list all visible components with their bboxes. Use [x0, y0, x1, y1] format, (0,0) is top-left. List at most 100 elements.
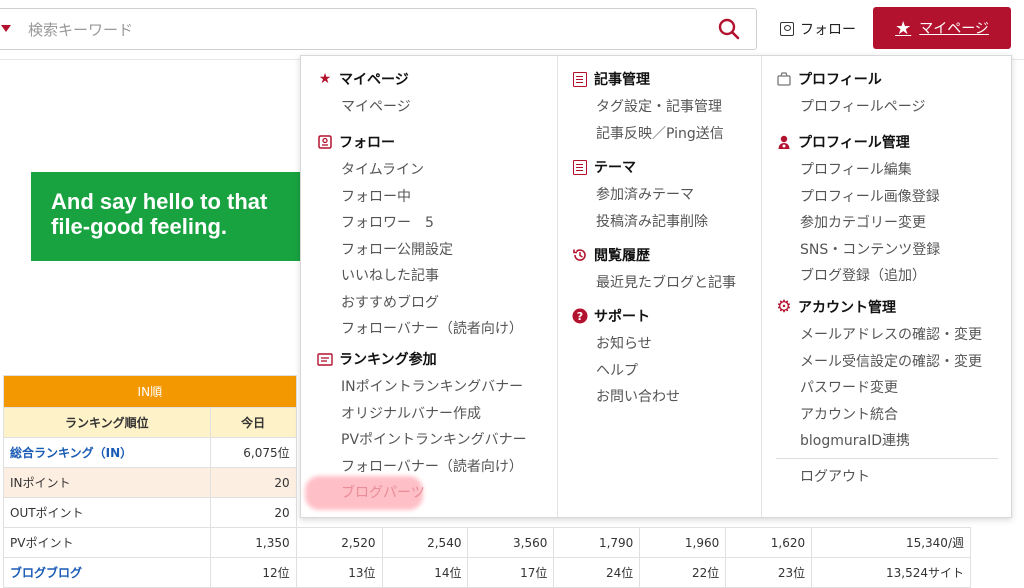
table-cell: 12位 — [209, 557, 297, 588]
menu-item-add-blog[interactable]: ブログ登録（追加） — [776, 263, 1013, 290]
section-title: 閲覧履歴 — [594, 248, 650, 264]
ranking-section-header: IN順 — [3, 375, 297, 408]
menu-column-2: 記事管理 タグ設定・記事管理 記事反映／Ping送信 テーマ 参加済みテーマ 投… — [557, 56, 761, 517]
table-cell: 20 — [209, 497, 297, 528]
table-cell: 14位 — [381, 557, 469, 588]
row-label: PVポイント — [3, 527, 211, 558]
menu-item-following[interactable]: フォロー中 — [317, 184, 557, 211]
menu-item-sns-content[interactable]: SNS・コンテンツ登録 — [776, 237, 1013, 264]
table-row: PVポイント 1,350 2,520 2,540 3,560 1,790 1,9… — [3, 527, 971, 558]
column-header: ランキング順位 — [3, 407, 211, 438]
table-cell: 15,340/週 — [811, 527, 971, 558]
menu-item-help[interactable]: ヘルプ — [572, 358, 761, 385]
section-title: マイページ — [339, 72, 409, 88]
menu-section-logout: ログアウト — [762, 464, 1013, 491]
menu-section-history: 閲覧履歴 最近見たブログと記事 — [558, 245, 761, 297]
table-cell: 6,075位 — [209, 437, 297, 468]
menu-item-blogmura-id[interactable]: blogmuraID連携 — [776, 428, 1013, 455]
menu-section-theme: テーマ 参加済みテーマ 投稿済み記事削除 — [558, 157, 761, 235]
logout-link[interactable]: ログアウト — [776, 464, 1013, 491]
menu-section-articles: 記事管理 タグ設定・記事管理 記事反映／Ping送信 — [558, 69, 761, 147]
menu-item-tag-settings[interactable]: タグ設定・記事管理 — [572, 94, 761, 121]
table-cell: 1,790 — [553, 527, 641, 558]
search-icon[interactable] — [717, 17, 741, 41]
menu-item-mypage[interactable]: マイページ — [317, 94, 557, 121]
menu-section-profile: プロフィール プロフィールページ — [762, 69, 1013, 121]
search-box — [0, 8, 757, 50]
menu-item-joined-themes[interactable]: 参加済みテーマ — [572, 182, 761, 209]
menu-item-timeline[interactable]: タイムライン — [317, 157, 557, 184]
menu-item-label: ブログパーツ — [341, 485, 425, 501]
gear-icon: ⚙ — [776, 297, 792, 317]
table-cell: 20 — [209, 467, 297, 498]
row-label: INポイント — [3, 467, 211, 498]
profile-icon — [776, 71, 792, 87]
overall-ranking-link[interactable]: 総合ランキング（IN） — [10, 446, 132, 460]
menu-item-news[interactable]: お知らせ — [572, 331, 761, 358]
menu-item-pv-point-banner[interactable]: PVポイントランキングバナー — [317, 427, 557, 454]
menu-section-support: ? サポート お知らせ ヘルプ お問い合わせ — [558, 306, 761, 411]
top-bar: フォロー ★ マイページ — [0, 0, 1024, 60]
menu-section-follow: フォロー タイムライン フォロー中 フォロワー 5 フォロー公開設定 いいねした… — [301, 132, 557, 343]
ad-line-2: file-good feeling. — [51, 214, 227, 239]
section-title: フォロー — [339, 135, 395, 151]
menu-item-profile-image[interactable]: プロフィール画像登録 — [776, 184, 1013, 211]
table-cell: 24位 — [553, 557, 641, 588]
section-title: プロフィール管理 — [798, 135, 910, 151]
table-cell: 1,960 — [639, 527, 727, 558]
table-cell: 2,540 — [381, 527, 469, 558]
menu-divider — [776, 458, 998, 459]
menu-section-account: ⚙ アカウント管理 メールアドレスの確認・変更 メール受信設定の確認・変更 パスワ… — [762, 297, 1013, 455]
document-icon — [572, 71, 588, 87]
menu-column-1: ★ マイページ マイページ フォロー タイムライン フォロー中 フォロワー 5 フ… — [301, 56, 557, 517]
menu-item-profile-page[interactable]: プロフィールページ — [776, 94, 1013, 121]
menu-item-followers[interactable]: フォロワー 5 — [317, 210, 557, 237]
menu-item-recommended-blogs[interactable]: おすすめブログ — [317, 290, 557, 317]
mypage-button-label: マイページ — [919, 21, 989, 37]
menu-item-edit-profile[interactable]: プロフィール編集 — [776, 157, 1013, 184]
menu-item-follow-public-settings[interactable]: フォロー公開設定 — [317, 237, 557, 264]
menu-section-mypage: ★ マイページ マイページ — [301, 69, 557, 121]
menu-item-in-point-banner[interactable]: INポイントランキングバナー — [317, 374, 557, 401]
follow-button[interactable]: フォロー — [780, 18, 856, 40]
follow-button-label: フォロー — [800, 22, 856, 38]
search-input[interactable] — [28, 17, 688, 43]
menu-item-recent-blogs[interactable]: 最近見たブログと記事 — [572, 270, 761, 297]
menu-item-email[interactable]: メールアドレスの確認・変更 — [776, 322, 1013, 349]
mypage-button[interactable]: ★ マイページ — [873, 7, 1011, 49]
mypage-dropdown-menu: ★ マイページ マイページ フォロー タイムライン フォロー中 フォロワー 5 フ… — [300, 55, 1012, 518]
category-dropdown-icon[interactable] — [1, 25, 11, 32]
menu-item-contact[interactable]: お問い合わせ — [572, 384, 761, 411]
menu-item-ping[interactable]: 記事反映／Ping送信 — [572, 121, 761, 148]
menu-item-original-banner[interactable]: オリジナルバナー作成 — [317, 401, 557, 428]
ranking-icon — [317, 351, 333, 367]
table-cell: 3,560 — [467, 527, 555, 558]
menu-item-liked-articles[interactable]: いいねした記事 — [317, 263, 557, 290]
menu-item-follow-banner[interactable]: フォローバナー（読者向け） — [317, 316, 557, 343]
table-row: ブログブログ 12位 13位 14位 17位 24位 22位 23位 13,52… — [3, 557, 971, 588]
star-icon: ★ — [318, 71, 332, 87]
table-cell: 17位 — [467, 557, 555, 588]
table-cell: 13位 — [295, 557, 383, 588]
section-title: プロフィール — [798, 72, 882, 88]
menu-item-account-merge[interactable]: アカウント統合 — [776, 402, 1013, 429]
follow-icon — [317, 134, 333, 150]
menu-item-change-category[interactable]: 参加カテゴリー変更 — [776, 210, 1013, 237]
section-title: サポート — [594, 309, 650, 325]
history-icon — [572, 247, 588, 263]
menu-item-password[interactable]: パスワード変更 — [776, 375, 1013, 402]
menu-section-profile-admin: プロフィール管理 プロフィール編集 プロフィール画像登録 参加カテゴリー変更 S… — [762, 132, 1013, 290]
menu-item-blog-parts[interactable]: ブログパーツ — [305, 476, 557, 510]
row-label: OUTポイント — [3, 497, 211, 528]
table-cell: 22位 — [639, 557, 727, 588]
section-title: テーマ — [594, 160, 636, 176]
menu-item-mail-settings[interactable]: メール受信設定の確認・変更 — [776, 349, 1013, 376]
person-badge-icon — [776, 134, 792, 150]
section-title: ランキング参加 — [339, 352, 437, 368]
ad-banner[interactable]: And say hello to that file-good feeling. — [31, 172, 306, 261]
section-title: 記事管理 — [594, 72, 650, 88]
menu-item-delete-posted-articles[interactable]: 投稿済み記事削除 — [572, 209, 761, 236]
table-cell: 1,620 — [725, 527, 813, 558]
blog-blog-link[interactable]: ブログブログ — [10, 566, 82, 580]
table-cell: 2,520 — [295, 527, 383, 558]
